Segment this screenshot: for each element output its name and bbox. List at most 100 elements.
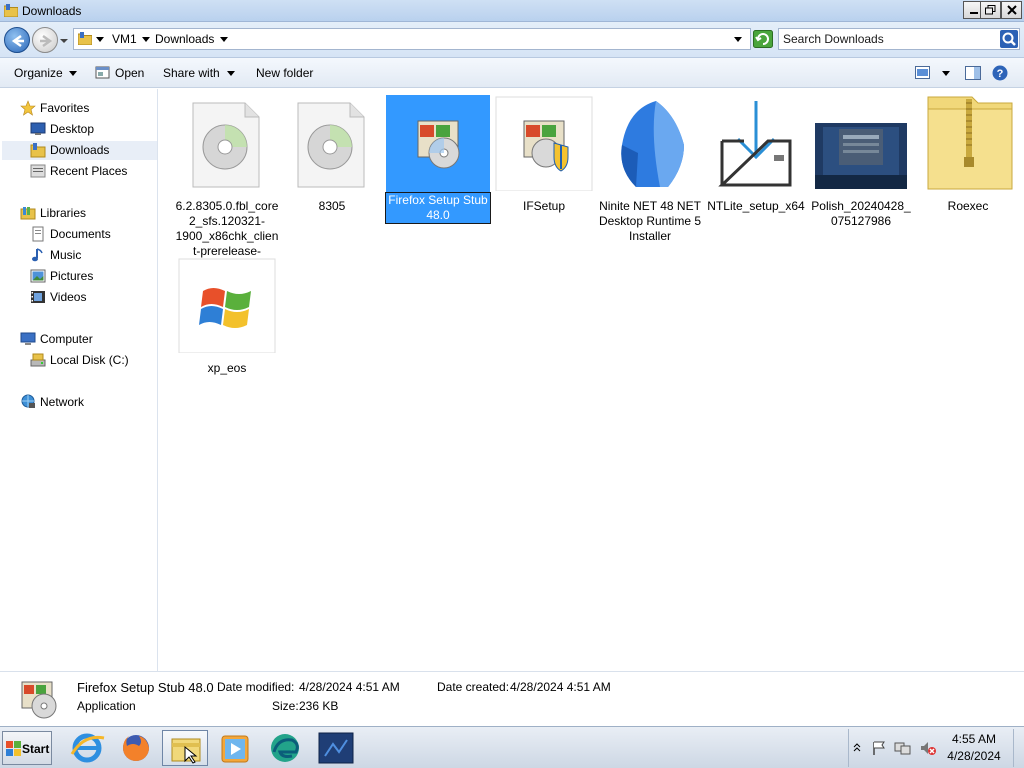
details-modified-value: 4/28/2024 4:51 AM [299, 680, 400, 694]
windows-logo-icon [6, 741, 21, 756]
forward-button[interactable] [32, 27, 58, 53]
action-center-flag-icon[interactable] [871, 740, 887, 756]
title-bar: Downloads [0, 0, 1024, 22]
preview-pane-icon[interactable] [965, 66, 981, 80]
details-file-type: Application [77, 699, 136, 713]
file-name: Polish_20240428_075127986 [811, 199, 911, 228]
details-size-label: Size: [272, 699, 299, 713]
pictures-icon [30, 269, 46, 283]
new-folder-button[interactable]: New folder [256, 66, 313, 80]
breadcrumb-downloads[interactable]: Downloads [155, 32, 214, 46]
zip-folder-icon [927, 96, 1013, 190]
folder-icon [78, 32, 92, 45]
taskbar-edge[interactable] [262, 730, 308, 766]
music-icon [32, 248, 43, 262]
star-icon [20, 100, 36, 116]
taskbar-media-player[interactable] [212, 730, 258, 766]
restore-button[interactable] [980, 1, 1001, 19]
details-created-value: 4/28/2024 4:51 AM [510, 680, 611, 694]
chevron-down-icon[interactable] [96, 37, 104, 42]
show-hidden-icons-icon[interactable] [853, 742, 861, 752]
details-pane: Firefox Setup Stub 48.0 Application Date… [0, 671, 1024, 725]
videos-icon [31, 291, 45, 303]
search-input[interactable] [783, 31, 993, 47]
hard-drive-icon [30, 353, 46, 367]
chevron-down-icon[interactable] [220, 37, 228, 42]
organize-button[interactable]: Organize [14, 66, 63, 80]
file-name: xp_eos [207, 361, 247, 375]
clock-date[interactable]: 4/28/2024 [939, 749, 1009, 763]
share-with-button[interactable]: Share with [163, 66, 220, 80]
downloads-folder-icon [30, 143, 46, 158]
installer-shield-icon [495, 96, 593, 191]
app-icon [318, 732, 354, 764]
details-modified-label: Date modified: [217, 680, 295, 694]
file-name: IFSetup [522, 199, 566, 213]
ntlite-download-icon [718, 101, 792, 187]
address-dropdown-icon[interactable] [734, 37, 742, 42]
refresh-icon[interactable] [753, 30, 773, 48]
back-button[interactable] [4, 27, 30, 53]
open-button[interactable]: Open [115, 66, 144, 80]
open-icon [95, 66, 110, 79]
chevron-down-icon [227, 71, 235, 76]
ninite-icon [621, 101, 684, 187]
firefox-icon [123, 735, 149, 761]
taskbar-internet-explorer[interactable] [64, 730, 110, 766]
taskbar: Start 4:55 AM 4/28/2024 [0, 726, 1024, 768]
taskbar-firefox[interactable] [113, 730, 159, 766]
file-name: Ninite NET 48 NET Desktop Runtime 5 Inst… [598, 199, 702, 243]
search-box[interactable] [778, 28, 1020, 50]
network-status-icon[interactable] [894, 740, 912, 756]
restore-icon [985, 5, 996, 15]
file-name: 8305 [318, 199, 346, 213]
windows-logo-icon [178, 258, 276, 353]
disc-image-icon [192, 102, 260, 188]
taskbar-explorer[interactable] [162, 730, 208, 766]
address-bar[interactable]: VM1 Downloads [73, 28, 751, 50]
chevron-down-icon[interactable] [942, 71, 950, 76]
recent-places-icon [30, 164, 46, 178]
internet-explorer-icon [70, 733, 105, 763]
media-player-icon [221, 735, 249, 763]
details-file-name: Firefox Setup Stub 48.0 [77, 680, 214, 695]
address-row: VM1 Downloads [0, 22, 1024, 58]
help-icon[interactable]: ? [992, 65, 1008, 81]
breadcrumb-vm1[interactable]: VM1 [112, 32, 137, 46]
documents-icon [32, 226, 44, 242]
details-size-value: 236 KB [299, 699, 339, 713]
close-icon [1006, 5, 1017, 15]
folder-icon [4, 4, 18, 17]
view-options-icon[interactable] [915, 66, 930, 79]
computer-icon [20, 332, 36, 345]
start-label: Start [22, 742, 50, 756]
file-name: Roexec [947, 199, 989, 213]
file-list: 6.2.8305.0.fbl_core2_sfs.120321-1900_x86… [159, 89, 1024, 671]
edge-icon [271, 734, 299, 762]
chevron-down-icon[interactable] [142, 37, 150, 42]
chevron-down-icon [69, 71, 77, 76]
volume-muted-icon[interactable] [919, 740, 937, 756]
explorer-icon [171, 738, 201, 764]
command-bar: Organize Open Share with New folder ? [0, 58, 1024, 88]
show-desktop-button[interactable] [1013, 729, 1023, 767]
file-name-editing[interactable]: Firefox Setup Stub 48.0 [385, 192, 491, 224]
start-button[interactable]: Start [2, 731, 52, 765]
history-dropdown-icon[interactable] [59, 36, 69, 46]
taskbar-app[interactable] [313, 730, 359, 766]
close-button[interactable] [1001, 1, 1022, 19]
installer-icon [21, 681, 57, 719]
disc-image-icon [297, 102, 365, 188]
desktop-icon [30, 122, 46, 135]
search-icon[interactable] [1000, 30, 1018, 48]
navigation-pane: Favorites Desktop Downloads Recent Place… [0, 89, 158, 671]
svg-text:?: ? [997, 68, 1004, 80]
clock-time[interactable]: 4:55 AM [939, 732, 1009, 746]
image-thumbnail-icon [815, 123, 907, 189]
back-arrow-icon [11, 34, 24, 48]
window-title: Downloads [22, 4, 82, 18]
details-created-label: Date created: [437, 680, 510, 694]
network-icon [21, 394, 35, 408]
system-tray: 4:55 AM 4/28/2024 [848, 729, 1022, 767]
minimize-icon [969, 12, 978, 14]
